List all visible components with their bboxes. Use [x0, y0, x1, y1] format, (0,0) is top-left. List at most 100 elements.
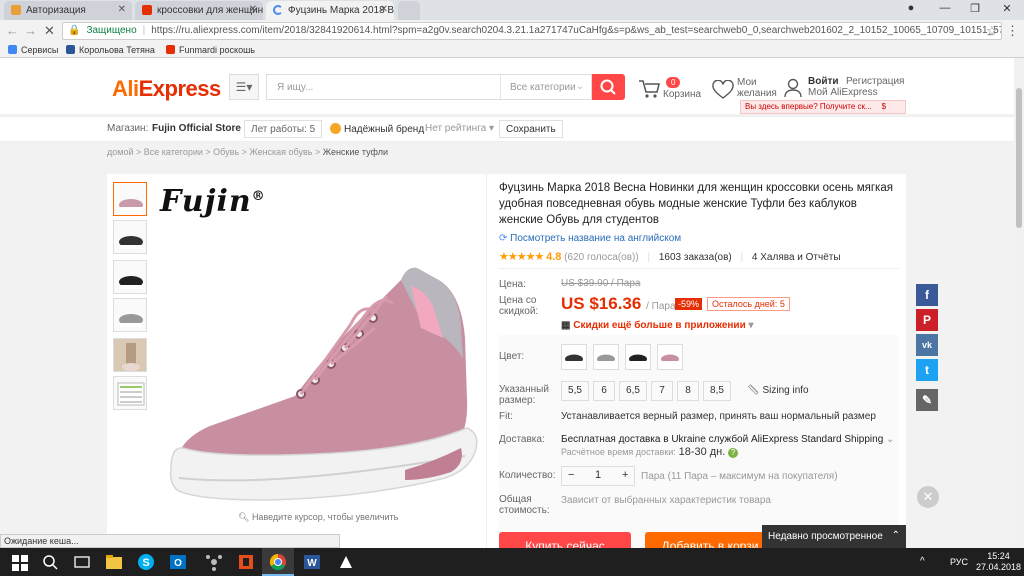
breadcrumb-shoes[interactable]: Обувь: [213, 147, 239, 157]
edit-pencil-icon[interactable]: ✎: [916, 389, 938, 411]
quantity-value[interactable]: 1: [595, 469, 601, 481]
translate-title-link[interactable]: ⟳ Посмотреть название на английском: [499, 233, 681, 244]
pinterest-icon[interactable]: P: [916, 309, 938, 331]
thumbnail-6[interactable]: [113, 376, 147, 410]
size-option[interactable]: 6: [593, 381, 615, 401]
delivery-value[interactable]: Бесплатная доставка в Ukraine службой Al…: [561, 434, 894, 445]
size-option[interactable]: 7: [651, 381, 673, 401]
login-link[interactable]: Войти: [808, 76, 839, 87]
language-indicator[interactable]: РУС: [950, 557, 968, 567]
bookmark-star-icon[interactable]: ☆: [986, 23, 998, 39]
tab-sneakers-search[interactable]: кроссовки для женщин ✕: [135, 1, 263, 20]
buy-now-button[interactable]: Купить сейчас: [499, 532, 631, 548]
thumbnail-4[interactable]: [113, 298, 147, 332]
minimize-icon[interactable]: —: [932, 2, 958, 14]
browser-toolbar: ← → ✕ 🔒 Защищено | https://ru.aliexpress.co…: [0, 20, 1024, 42]
decrease-quantity-button[interactable]: −: [568, 469, 574, 481]
store-rating-dropdown[interactable]: Нет рейтинга ▾: [425, 123, 494, 134]
tab-label: кроссовки для женщин: [157, 5, 263, 16]
size-option[interactable]: 8,5: [703, 381, 731, 401]
facebook-icon[interactable]: f: [916, 284, 938, 306]
user-profile-icon[interactable]: ●: [898, 2, 924, 14]
app-icon[interactable]: [336, 552, 356, 572]
help-icon[interactable]: ?: [728, 448, 739, 458]
close-tab-icon[interactable]: ✕: [118, 4, 126, 15]
size-option[interactable]: 8: [677, 381, 699, 401]
tray-chevron-icon[interactable]: ^: [920, 556, 925, 567]
office-icon[interactable]: [236, 552, 256, 572]
windows-start-icon[interactable]: [10, 552, 30, 572]
color-option-pink[interactable]: [657, 344, 683, 370]
chrome-taskbar-button[interactable]: [262, 548, 294, 576]
thumbnail-5[interactable]: [113, 338, 147, 372]
vk-icon[interactable]: vk: [916, 334, 938, 356]
url-text[interactable]: https://ru.aliexpress.com/item/2018/3284…: [151, 25, 1001, 36]
close-tab-icon[interactable]: ✕: [249, 4, 257, 15]
network-app-icon[interactable]: [204, 552, 224, 572]
bookmark-korolova[interactable]: Корольова Тетяна: [66, 45, 155, 55]
skype-icon[interactable]: S: [136, 552, 156, 572]
quantity-stepper[interactable]: − 1 +: [561, 466, 635, 486]
new-tab-button[interactable]: [398, 1, 420, 20]
menu-kebab-icon[interactable]: ⋮: [1006, 23, 1019, 39]
ruler-icon: 📏︎: [747, 385, 763, 396]
breadcrumb-all-categories[interactable]: Все категории: [144, 147, 203, 157]
address-bar[interactable]: 🔒 Защищено | https://ru.aliexpress.com/item…: [62, 22, 1002, 40]
close-tab-icon[interactable]: ✕: [380, 4, 388, 15]
forward-icon[interactable]: →: [24, 23, 37, 38]
stop-loading-icon[interactable]: ✕: [44, 23, 55, 39]
maximize-icon[interactable]: ❐: [962, 2, 988, 15]
delivery-label: Доставка:: [499, 434, 545, 445]
color-option-black[interactable]: [625, 344, 651, 370]
tab-product[interactable]: Фуцзинь Марка 2018 Вес ✕: [266, 1, 394, 20]
svg-text:O: O: [174, 558, 182, 569]
main-product-image[interactable]: Fujin®: [155, 178, 485, 508]
close-window-icon[interactable]: ✕: [994, 2, 1020, 15]
search-icon[interactable]: [40, 552, 60, 572]
close-share-icon[interactable]: ✕: [917, 486, 939, 508]
recently-viewed-bar[interactable]: Недавно просмотренное ⌃: [762, 525, 906, 548]
reviews-link[interactable]: 4 Халява и Отчёты: [752, 252, 841, 263]
tab-authorization[interactable]: Авторизация ✕: [4, 1, 132, 20]
categories-menu-button[interactable]: ☰▾: [229, 74, 259, 100]
twitter-icon[interactable]: t: [916, 359, 938, 381]
search-category-select[interactable]: Все категории ⌄: [500, 75, 592, 99]
file-explorer-icon[interactable]: [104, 552, 124, 572]
bookmark-funmardi[interactable]: Funmardi роскошь: [166, 45, 255, 55]
size-option[interactable]: 5,5: [561, 381, 589, 401]
tab-favicon-icon: [11, 5, 21, 15]
bookmark-services[interactable]: Сервисы: [8, 45, 58, 55]
register-link[interactable]: Регистрация: [846, 76, 904, 87]
taskbar-clock[interactable]: 15:24 27.04.2018: [976, 551, 1021, 573]
thumbnail-2[interactable]: [113, 220, 147, 254]
store-name-link[interactable]: Fujin Official Store: [152, 123, 241, 134]
sizing-info-link[interactable]: 📏︎ Sizing info: [747, 385, 809, 396]
scrollbar-thumb[interactable]: [1016, 88, 1022, 228]
size-option[interactable]: 6,5: [619, 381, 647, 401]
cart-button[interactable]: 0 Корзина: [638, 77, 701, 107]
back-icon[interactable]: ←: [6, 23, 19, 38]
my-aliexpress-link[interactable]: Мой AliExpress: [808, 87, 878, 98]
votes-link[interactable]: (620 голоса(ов)): [564, 252, 639, 263]
add-to-cart-button[interactable]: Добавить в корзи: [645, 532, 775, 548]
thumbnail-1[interactable]: [113, 182, 147, 216]
first-time-banner[interactable]: Вы здесь впервые? Получите ск... $: [740, 100, 906, 114]
thumbnail-3[interactable]: [113, 260, 147, 294]
color-option-grey[interactable]: [593, 344, 619, 370]
heart-icon[interactable]: [712, 80, 734, 100]
task-view-icon[interactable]: [72, 552, 92, 572]
wishlist-label-2[interactable]: желания: [737, 88, 777, 99]
breadcrumb-home[interactable]: домой: [107, 147, 133, 157]
search-input[interactable]: Я ищу... Все категории ⌄: [266, 74, 592, 100]
save-store-button[interactable]: Сохранить: [499, 120, 563, 138]
aliexpress-logo[interactable]: AliExpress: [112, 76, 221, 102]
app-discount-link[interactable]: ▦ Скидки ещё больше в приложении ▾: [561, 320, 754, 331]
outlook-icon[interactable]: O: [168, 552, 188, 572]
product-title: Фуцзинь Марка 2018 Весна Новинки для жен…: [499, 182, 893, 226]
wishlist-label[interactable]: Мои: [737, 77, 757, 88]
word-icon[interactable]: W: [302, 552, 322, 572]
search-button[interactable]: [592, 74, 625, 100]
increase-quantity-button[interactable]: +: [622, 469, 628, 481]
breadcrumb-women-shoes[interactable]: Женская обувь: [249, 147, 312, 157]
color-option-black-white[interactable]: [561, 344, 587, 370]
